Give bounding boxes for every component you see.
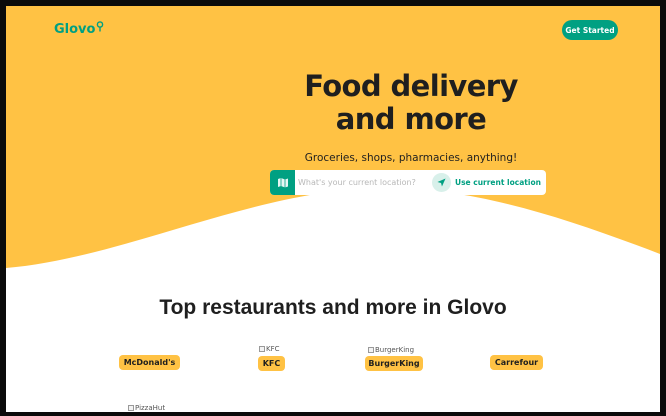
restaurant-carrefour[interactable]: Carrefour — [490, 355, 543, 370]
page: Glovo Get Started Food delivery and more… — [6, 6, 660, 412]
image-alt-text: PizzaHut — [135, 404, 166, 412]
image-alt-text: BurgerKing — [375, 346, 415, 354]
map-icon — [277, 178, 288, 188]
use-current-location-link[interactable]: Use current location — [455, 178, 541, 187]
restaurant-pizzahut-image[interactable]: PizzaHut — [128, 404, 165, 412]
restaurant-kfc[interactable]: KFC — [258, 356, 285, 371]
address-search-bar: Use current location — [270, 170, 546, 195]
restaurants-section-title: Top restaurants and more in Glovo — [159, 296, 507, 319]
restaurant-burgerking-image[interactable]: BurgerKing — [368, 346, 414, 354]
map-button[interactable] — [270, 170, 295, 195]
location-pin-icon — [97, 21, 104, 32]
hero-subheadline: Groceries, shops, pharmacies, anything! — [304, 152, 518, 164]
restaurant-burgerking[interactable]: BurgerKing — [365, 356, 423, 371]
broken-image-icon — [259, 346, 265, 352]
use-location-icon-button[interactable] — [432, 173, 451, 192]
logo-text: Glovo — [54, 22, 96, 37]
restaurant-mcdonalds[interactable]: McDonald's — [119, 355, 180, 370]
glovo-logo[interactable]: Glovo — [54, 21, 104, 37]
broken-image-icon — [128, 405, 134, 411]
restaurant-kfc-image[interactable]: KFC — [259, 345, 280, 353]
navigation-arrow-icon — [437, 178, 446, 187]
image-alt-text: KFC — [266, 345, 280, 353]
broken-image-icon — [368, 347, 374, 353]
get-started-button[interactable]: Get Started — [562, 20, 618, 40]
hero-wave — [6, 188, 660, 276]
hero-headline: Food delivery and more — [304, 69, 518, 136]
address-input[interactable] — [295, 170, 427, 195]
